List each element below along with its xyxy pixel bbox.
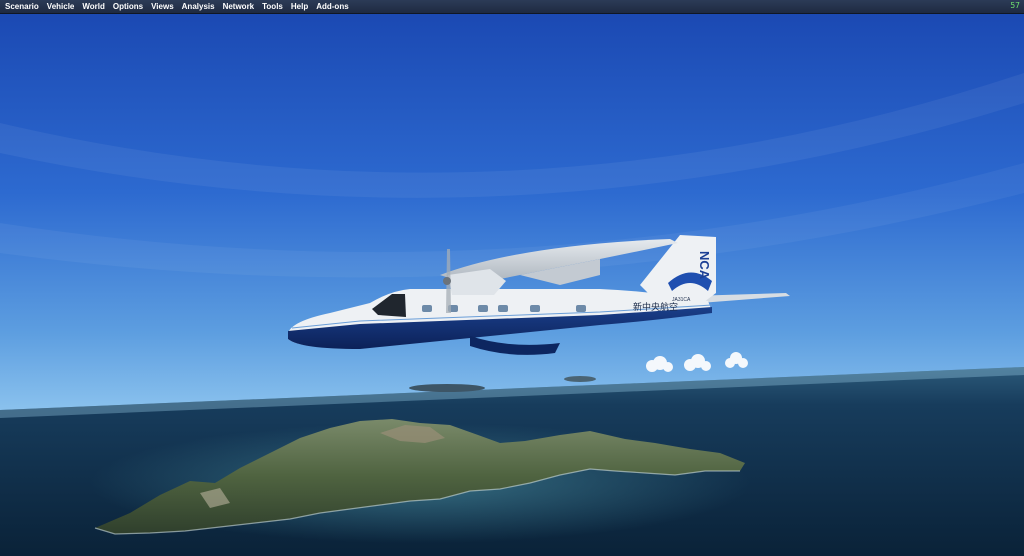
- flight-view: NCA JA31CA 新中央航空: [0, 13, 1024, 556]
- livery-name: 新中央航空: [633, 301, 678, 313]
- fps-counter: 57: [1010, 1, 1020, 10]
- tail-logo: NCA: [697, 251, 712, 280]
- menu-analysis[interactable]: Analysis: [178, 0, 219, 13]
- menu-options[interactable]: Options: [109, 0, 147, 13]
- menu-network[interactable]: Network: [219, 0, 259, 13]
- menu-views[interactable]: Views: [147, 0, 178, 13]
- menu-add-ons[interactable]: Add-ons: [312, 0, 352, 13]
- menu-tools[interactable]: Tools: [258, 0, 287, 13]
- menu-world[interactable]: World: [78, 0, 109, 13]
- distant-island: [409, 384, 485, 392]
- menu-scenario[interactable]: Scenario: [0, 0, 43, 13]
- menu-help[interactable]: Help: [287, 0, 312, 13]
- menu-vehicle[interactable]: Vehicle: [43, 0, 79, 13]
- distant-island: [564, 376, 596, 382]
- menu-bar: Scenario Vehicle World Options Views Ana…: [0, 0, 1024, 14]
